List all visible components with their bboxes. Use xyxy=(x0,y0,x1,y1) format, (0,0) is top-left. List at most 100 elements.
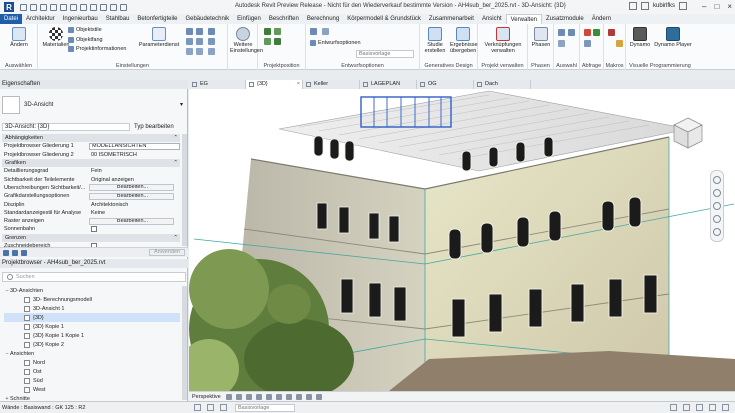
panel-schedules-icon[interactable] xyxy=(208,48,215,55)
view-tab-keller[interactable]: Keller xyxy=(303,80,360,89)
view-tab-eg[interactable]: EG xyxy=(189,80,246,89)
sort-icon[interactable] xyxy=(12,249,18,256)
revit-logo-icon[interactable]: R xyxy=(4,2,14,12)
design-option-dropdown[interactable]: Basisvorlage xyxy=(356,50,414,58)
maximize-icon[interactable]: □ xyxy=(714,2,719,11)
tag-icon[interactable] xyxy=(80,3,87,11)
additional-settings-button[interactable]: Weitere Einstellungen xyxy=(230,27,263,54)
filter-icon[interactable] xyxy=(21,249,27,256)
edit-type-button[interactable]: Typ bearbeiten xyxy=(134,124,174,130)
collapse-icon[interactable]: ⌃ xyxy=(173,235,178,241)
transfer-standards-icon[interactable] xyxy=(196,38,203,45)
add-to-set-icon[interactable] xyxy=(310,28,317,35)
minimize-icon[interactable]: – xyxy=(702,2,706,11)
sun-path-icon[interactable] xyxy=(246,393,252,400)
edit-button[interactable]: Bearbeiten... xyxy=(89,184,174,192)
tree-group[interactable]: −3D-Ansichten xyxy=(4,286,180,295)
tab-betonfertigteile[interactable]: Betonfertigteile xyxy=(133,14,181,24)
global-parameters-icon[interactable] xyxy=(186,38,193,45)
tree-item[interactable]: Ost xyxy=(4,367,180,376)
3d-view-icon[interactable] xyxy=(90,3,97,11)
checkbox[interactable] xyxy=(91,225,97,232)
select-pinned-icon[interactable] xyxy=(696,404,703,411)
dynamo-player-button[interactable]: Dynamo Player xyxy=(654,27,692,48)
materials-button[interactable]: Materialien xyxy=(41,27,71,48)
temp-hide-icon[interactable] xyxy=(306,393,312,400)
tree-group[interactable]: − Ansichten xyxy=(4,349,180,358)
load-selection-icon[interactable] xyxy=(568,29,575,36)
chevron-down-icon[interactable]: ▾ xyxy=(180,101,183,108)
close-tab-icon[interactable]: × xyxy=(297,80,300,89)
view-tab-og[interactable]: OG xyxy=(417,80,474,89)
measure-icon[interactable] xyxy=(70,3,77,11)
property-value[interactable] xyxy=(89,225,180,234)
orbit-icon[interactable] xyxy=(713,215,721,223)
units-icon[interactable] xyxy=(196,48,203,55)
tree-item[interactable]: Süd xyxy=(4,376,180,385)
ids-icon[interactable] xyxy=(584,29,591,36)
filter-status-icon[interactable] xyxy=(722,404,729,411)
undo-icon[interactable] xyxy=(40,3,47,11)
tree-item[interactable]: {3D} xyxy=(4,313,180,323)
3d-viewport[interactable] xyxy=(189,89,735,391)
tree-item[interactable]: West xyxy=(4,386,180,395)
shared-parameters-icon[interactable] xyxy=(196,28,203,35)
search-help-icon[interactable] xyxy=(628,2,637,10)
select-by-face-icon[interactable] xyxy=(709,404,716,411)
modify-button[interactable]: Ändern xyxy=(6,27,32,48)
parameter-service-button[interactable]: Parameterdienst xyxy=(137,27,181,48)
select-links-icon[interactable] xyxy=(670,404,677,411)
properties-scrollbar[interactable] xyxy=(182,134,187,246)
user-name[interactable]: kubirlfks xyxy=(653,3,675,9)
tab-ingenieurbau[interactable]: Ingenieurbau xyxy=(59,14,102,24)
look-icon[interactable] xyxy=(713,228,721,236)
worksets-icon[interactable] xyxy=(194,404,201,411)
projection-mode[interactable]: Perspektive xyxy=(192,394,222,400)
user-icon[interactable] xyxy=(640,2,649,10)
view-tab-lageplan[interactable]: LAGEPLAN xyxy=(360,80,417,89)
save-icon[interactable] xyxy=(30,3,37,11)
thin-lines-icon[interactable] xyxy=(110,3,117,11)
warnings-icon[interactable] xyxy=(593,29,600,36)
reveal-hidden-icon[interactable] xyxy=(316,393,322,400)
select-underlay-icon[interactable] xyxy=(683,404,690,411)
project-info-button[interactable]: Projektinformationen xyxy=(68,46,126,52)
editable-only-icon[interactable] xyxy=(207,404,214,411)
type-selector[interactable]: 3D-Ansicht ▾ xyxy=(2,92,186,118)
lock-3d-icon[interactable] xyxy=(296,393,302,400)
tree-item[interactable]: Nord xyxy=(4,358,180,367)
detail-level-icon[interactable] xyxy=(226,393,232,400)
tab-zusammenarbeit[interactable]: Zusammenarbeit xyxy=(425,14,478,24)
help-icon[interactable] xyxy=(679,2,687,10)
instance-selector[interactable]: 3D-Ansicht: {3D} xyxy=(2,122,130,131)
steering-wheel-icon[interactable] xyxy=(713,176,721,184)
collapse-icon[interactable]: ⌃ xyxy=(173,160,178,166)
position-icon[interactable] xyxy=(264,38,271,45)
survey-point-icon[interactable] xyxy=(274,38,281,45)
collapse-icon[interactable]: ⌃ xyxy=(173,135,178,141)
redo-icon[interactable] xyxy=(50,3,57,11)
property-section[interactable]: Abhängigkeiten ⌃ xyxy=(2,134,180,143)
pan-icon[interactable] xyxy=(713,202,721,210)
tab-beschriften[interactable]: Beschriften xyxy=(265,14,303,24)
show-crop-icon[interactable] xyxy=(286,393,292,400)
pick-to-edit-icon[interactable] xyxy=(322,28,329,35)
print-icon[interactable] xyxy=(60,3,67,11)
shadows-icon[interactable] xyxy=(256,393,262,400)
select-by-id-icon[interactable] xyxy=(584,40,591,47)
browser-search[interactable]: Suchen xyxy=(2,272,186,282)
auswaehlen-label[interactable]: Auswählen xyxy=(0,63,37,69)
tab-architektur[interactable]: Architektur xyxy=(22,14,59,24)
tree-item[interactable]: 3D- Berechnungsmodell xyxy=(4,295,180,304)
create-study-button[interactable]: Studie erstellen xyxy=(424,27,446,54)
project-parameters-icon[interactable] xyxy=(186,28,193,35)
tab-datei[interactable]: Datei xyxy=(0,14,23,24)
object-styles-button[interactable]: Objektstile xyxy=(68,27,102,33)
macro-manager-icon[interactable] xyxy=(608,29,615,36)
purge-icon[interactable] xyxy=(186,48,193,55)
design-options-button[interactable]: Entwurfsoptionen xyxy=(310,40,361,46)
search-input[interactable]: Suchen xyxy=(16,274,35,280)
tab-koerpermodell[interactable]: Körpermodell & Grundstück xyxy=(343,14,425,24)
snaps-button[interactable]: Objektfang xyxy=(68,37,103,43)
edit-button[interactable]: Bearbeiten... xyxy=(89,217,174,225)
